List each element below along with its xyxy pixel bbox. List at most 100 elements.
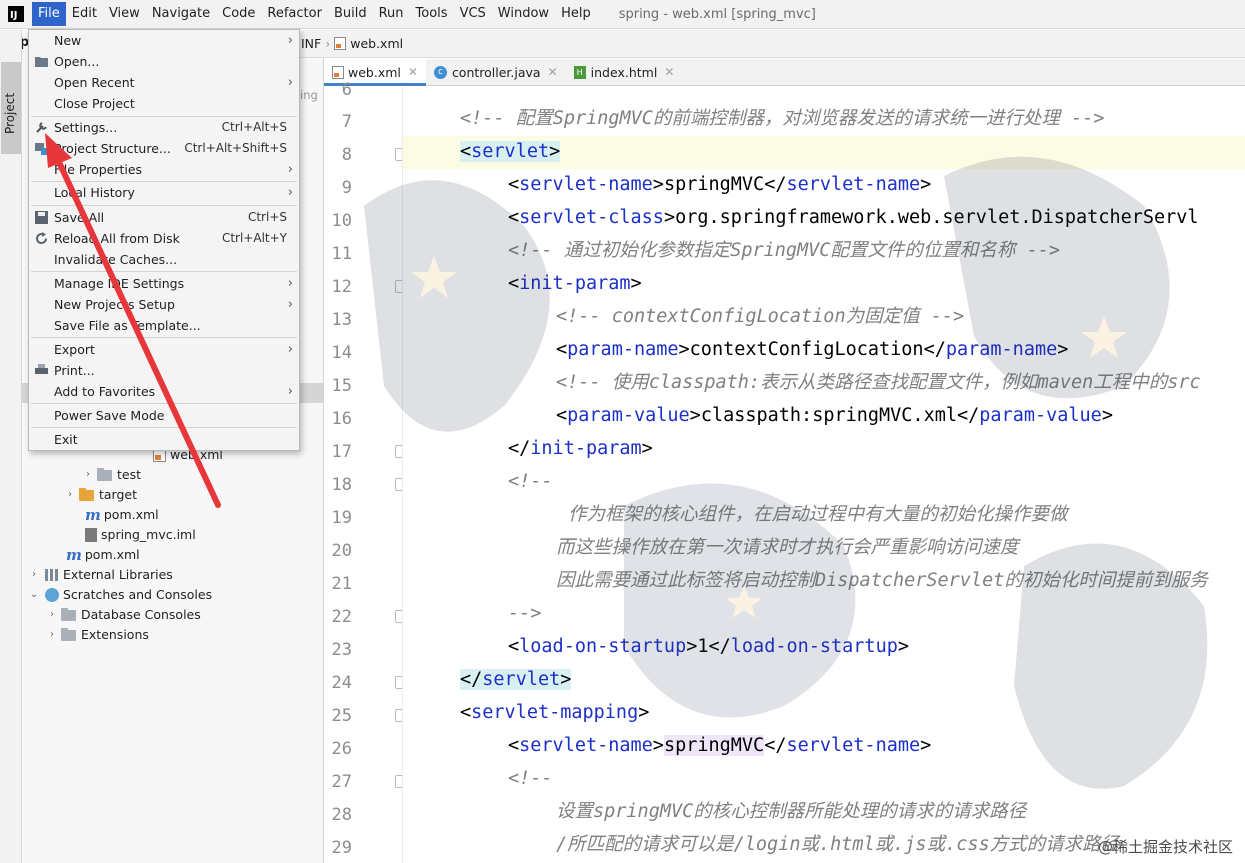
chevron-down-icon[interactable]: ⌄ xyxy=(28,585,40,605)
tree-item-iml[interactable]: spring_mvc.iml xyxy=(85,525,196,545)
chevron-right-icon[interactable]: › xyxy=(28,565,40,585)
xml-tag: servlet xyxy=(482,669,561,690)
menu-edit[interactable]: Edit xyxy=(66,2,103,26)
breadcrumb-file[interactable]: web.xml xyxy=(350,36,403,51)
tree-item-pom-xml[interactable]: m pom.xml xyxy=(85,505,159,525)
tree-item-target[interactable]: › target xyxy=(64,485,137,505)
close-icon[interactable]: ✕ xyxy=(664,65,674,79)
menu-build[interactable]: Build xyxy=(328,2,373,26)
xml-tag: servlet-name xyxy=(786,735,921,756)
menu-item-manage-ide-settings[interactable]: Manage IDE Settings › xyxy=(29,273,299,294)
line-number: 10 xyxy=(331,211,352,231)
menu-item-add-to-favorites[interactable]: Add to Favorites › xyxy=(29,381,299,402)
folder-open-icon xyxy=(35,57,48,67)
code-editor[interactable]: <!-- 配置SpringMVC的前端控制器，对浏览器发送的请求统一进行处理 -… xyxy=(402,86,1245,863)
menu-view[interactable]: View xyxy=(103,2,146,26)
chevron-right-icon[interactable]: › xyxy=(82,465,94,485)
menu-item-project-structure[interactable]: Project Structure... Ctrl+Alt+Shift+S xyxy=(29,138,299,159)
code-line-7: <!-- 配置SpringMVC的前端控制器，对浏览器发送的请求统一进行处理 -… xyxy=(460,108,1105,129)
chevron-right-icon[interactable]: › xyxy=(64,485,76,505)
menu-code[interactable]: Code xyxy=(216,2,261,26)
menu-item-open-recent[interactable]: Open Recent › xyxy=(29,72,299,93)
menu-item-reload-all[interactable]: Reload All from Disk Ctrl+Alt+Y xyxy=(29,228,299,249)
watermark: @稀土掘金技术社区 xyxy=(1097,838,1233,856)
tree-item-database-consoles[interactable]: › Database Consoles xyxy=(46,605,201,625)
line-number: 14 xyxy=(331,343,352,363)
submenu-arrow-icon: › xyxy=(287,297,293,312)
menu-item-save-as-template[interactable]: Save File as Template... xyxy=(29,315,299,336)
line-number: 15 xyxy=(331,376,352,396)
xml-tag: init-param xyxy=(519,273,631,294)
menu-file[interactable]: File xyxy=(32,2,66,26)
breadcrumb: INF › web.xml xyxy=(300,30,1245,58)
menu-window[interactable]: Window xyxy=(492,2,555,26)
tree-item-label: Scratches and Consoles xyxy=(63,587,213,602)
code-line-10: <servlet-class>org.springframework.web.s… xyxy=(508,207,1199,228)
printer-icon xyxy=(35,364,48,374)
tab-index-html[interactable]: H index.html ✕ xyxy=(566,59,683,85)
close-icon[interactable]: ✕ xyxy=(548,65,558,79)
html-file-icon: H xyxy=(573,65,586,79)
xml-tag: servlet xyxy=(471,141,550,162)
code-line-17: </init-param> xyxy=(508,438,653,459)
menu-item-new[interactable]: New › xyxy=(29,30,299,51)
menu-item-open[interactable]: Open... xyxy=(29,51,299,72)
submenu-arrow-icon: › xyxy=(287,342,293,357)
refresh-icon xyxy=(36,232,48,245)
menu-item-print[interactable]: Print... xyxy=(29,360,299,381)
menu-item-new-projects-setup[interactable]: New Projects Setup › xyxy=(29,294,299,315)
tree-item-root-pom-xml[interactable]: m pom.xml xyxy=(66,545,140,565)
code-line-20: 而这些操作放在第一次请求时才执行会严重影响访问速度 xyxy=(556,537,1019,558)
menu-run[interactable]: Run xyxy=(373,2,410,26)
tree-item-label: Database Consoles xyxy=(81,607,201,622)
tree-item-label: pom.xml xyxy=(103,507,159,522)
menu-item-exit[interactable]: Exit xyxy=(29,429,299,450)
tree-item-extensions[interactable]: › Extensions xyxy=(46,625,149,645)
close-icon[interactable]: ✕ xyxy=(408,65,418,79)
tree-item-scratches[interactable]: ⌄ Scratches and Consoles xyxy=(28,585,212,605)
tab-label: index.html xyxy=(590,64,658,80)
xml-text: 1 xyxy=(697,636,709,657)
xml-tag: param-name xyxy=(945,339,1058,360)
menu-refactor[interactable]: Refactor xyxy=(261,2,328,26)
menu-help[interactable]: Help xyxy=(555,2,597,26)
tree-item-external-libraries[interactable]: › External Libraries xyxy=(28,565,173,585)
tree-item-label: spring_mvc.iml xyxy=(101,527,196,542)
tree-item-label: External Libraries xyxy=(63,567,173,582)
submenu-arrow-icon: › xyxy=(287,75,293,90)
editor-gutter: 6 7 8 9 10 11 12 13 14 15 16 17 18 19 20… xyxy=(324,80,429,863)
menu-tools[interactable]: Tools xyxy=(410,2,454,26)
project-structure-icon xyxy=(35,143,48,155)
line-number: 11 xyxy=(331,244,352,264)
menu-item-invalidate-caches[interactable]: Invalidate Caches... xyxy=(29,249,299,270)
menu-item-export[interactable]: Export › xyxy=(29,339,299,360)
menu-item-file-properties[interactable]: File Properties › xyxy=(29,159,299,180)
chevron-right-icon[interactable]: › xyxy=(46,605,58,625)
menu-item-save-all[interactable]: Save All Ctrl+S xyxy=(29,207,299,228)
truncated-label: ing xyxy=(300,88,318,102)
libraries-icon xyxy=(45,569,59,581)
xml-tag: servlet-name xyxy=(786,174,921,195)
xml-tag: param-value xyxy=(567,405,690,426)
menu-item-settings[interactable]: Settings... Ctrl+Alt+S xyxy=(29,117,299,138)
xml-text: contextConfigLocation xyxy=(689,339,924,360)
menu-item-close-project[interactable]: Close Project xyxy=(29,93,299,114)
code-line-8: <servlet> xyxy=(460,141,561,162)
tab-controller-java[interactable]: c controller.java ✕ xyxy=(426,59,566,85)
xml-text: springMVC xyxy=(663,735,765,756)
breadcrumb-parent[interactable]: INF xyxy=(301,36,321,51)
menu-item-power-save-mode[interactable]: Power Save Mode xyxy=(29,405,299,426)
menu-item-local-history[interactable]: Local History › xyxy=(29,182,299,203)
chevron-right-icon[interactable]: › xyxy=(46,625,58,645)
xml-text: classpath:springMVC.xml xyxy=(700,405,957,426)
xml-file-icon xyxy=(332,65,344,79)
tree-item-test[interactable]: › test xyxy=(82,465,141,485)
line-number: 21 xyxy=(331,574,352,594)
folder-icon xyxy=(61,627,76,641)
line-number: 28 xyxy=(331,805,352,825)
code-line-27: <!-- xyxy=(508,768,553,789)
menu-vcs[interactable]: VCS xyxy=(454,2,492,26)
menu-navigate[interactable]: Navigate xyxy=(146,2,216,26)
code-line-19: 作为框架的核心组件，在启动过程中有大量的初始化操作要做 xyxy=(568,504,1068,525)
left-tool-stripe: Project ure xyxy=(0,30,22,863)
